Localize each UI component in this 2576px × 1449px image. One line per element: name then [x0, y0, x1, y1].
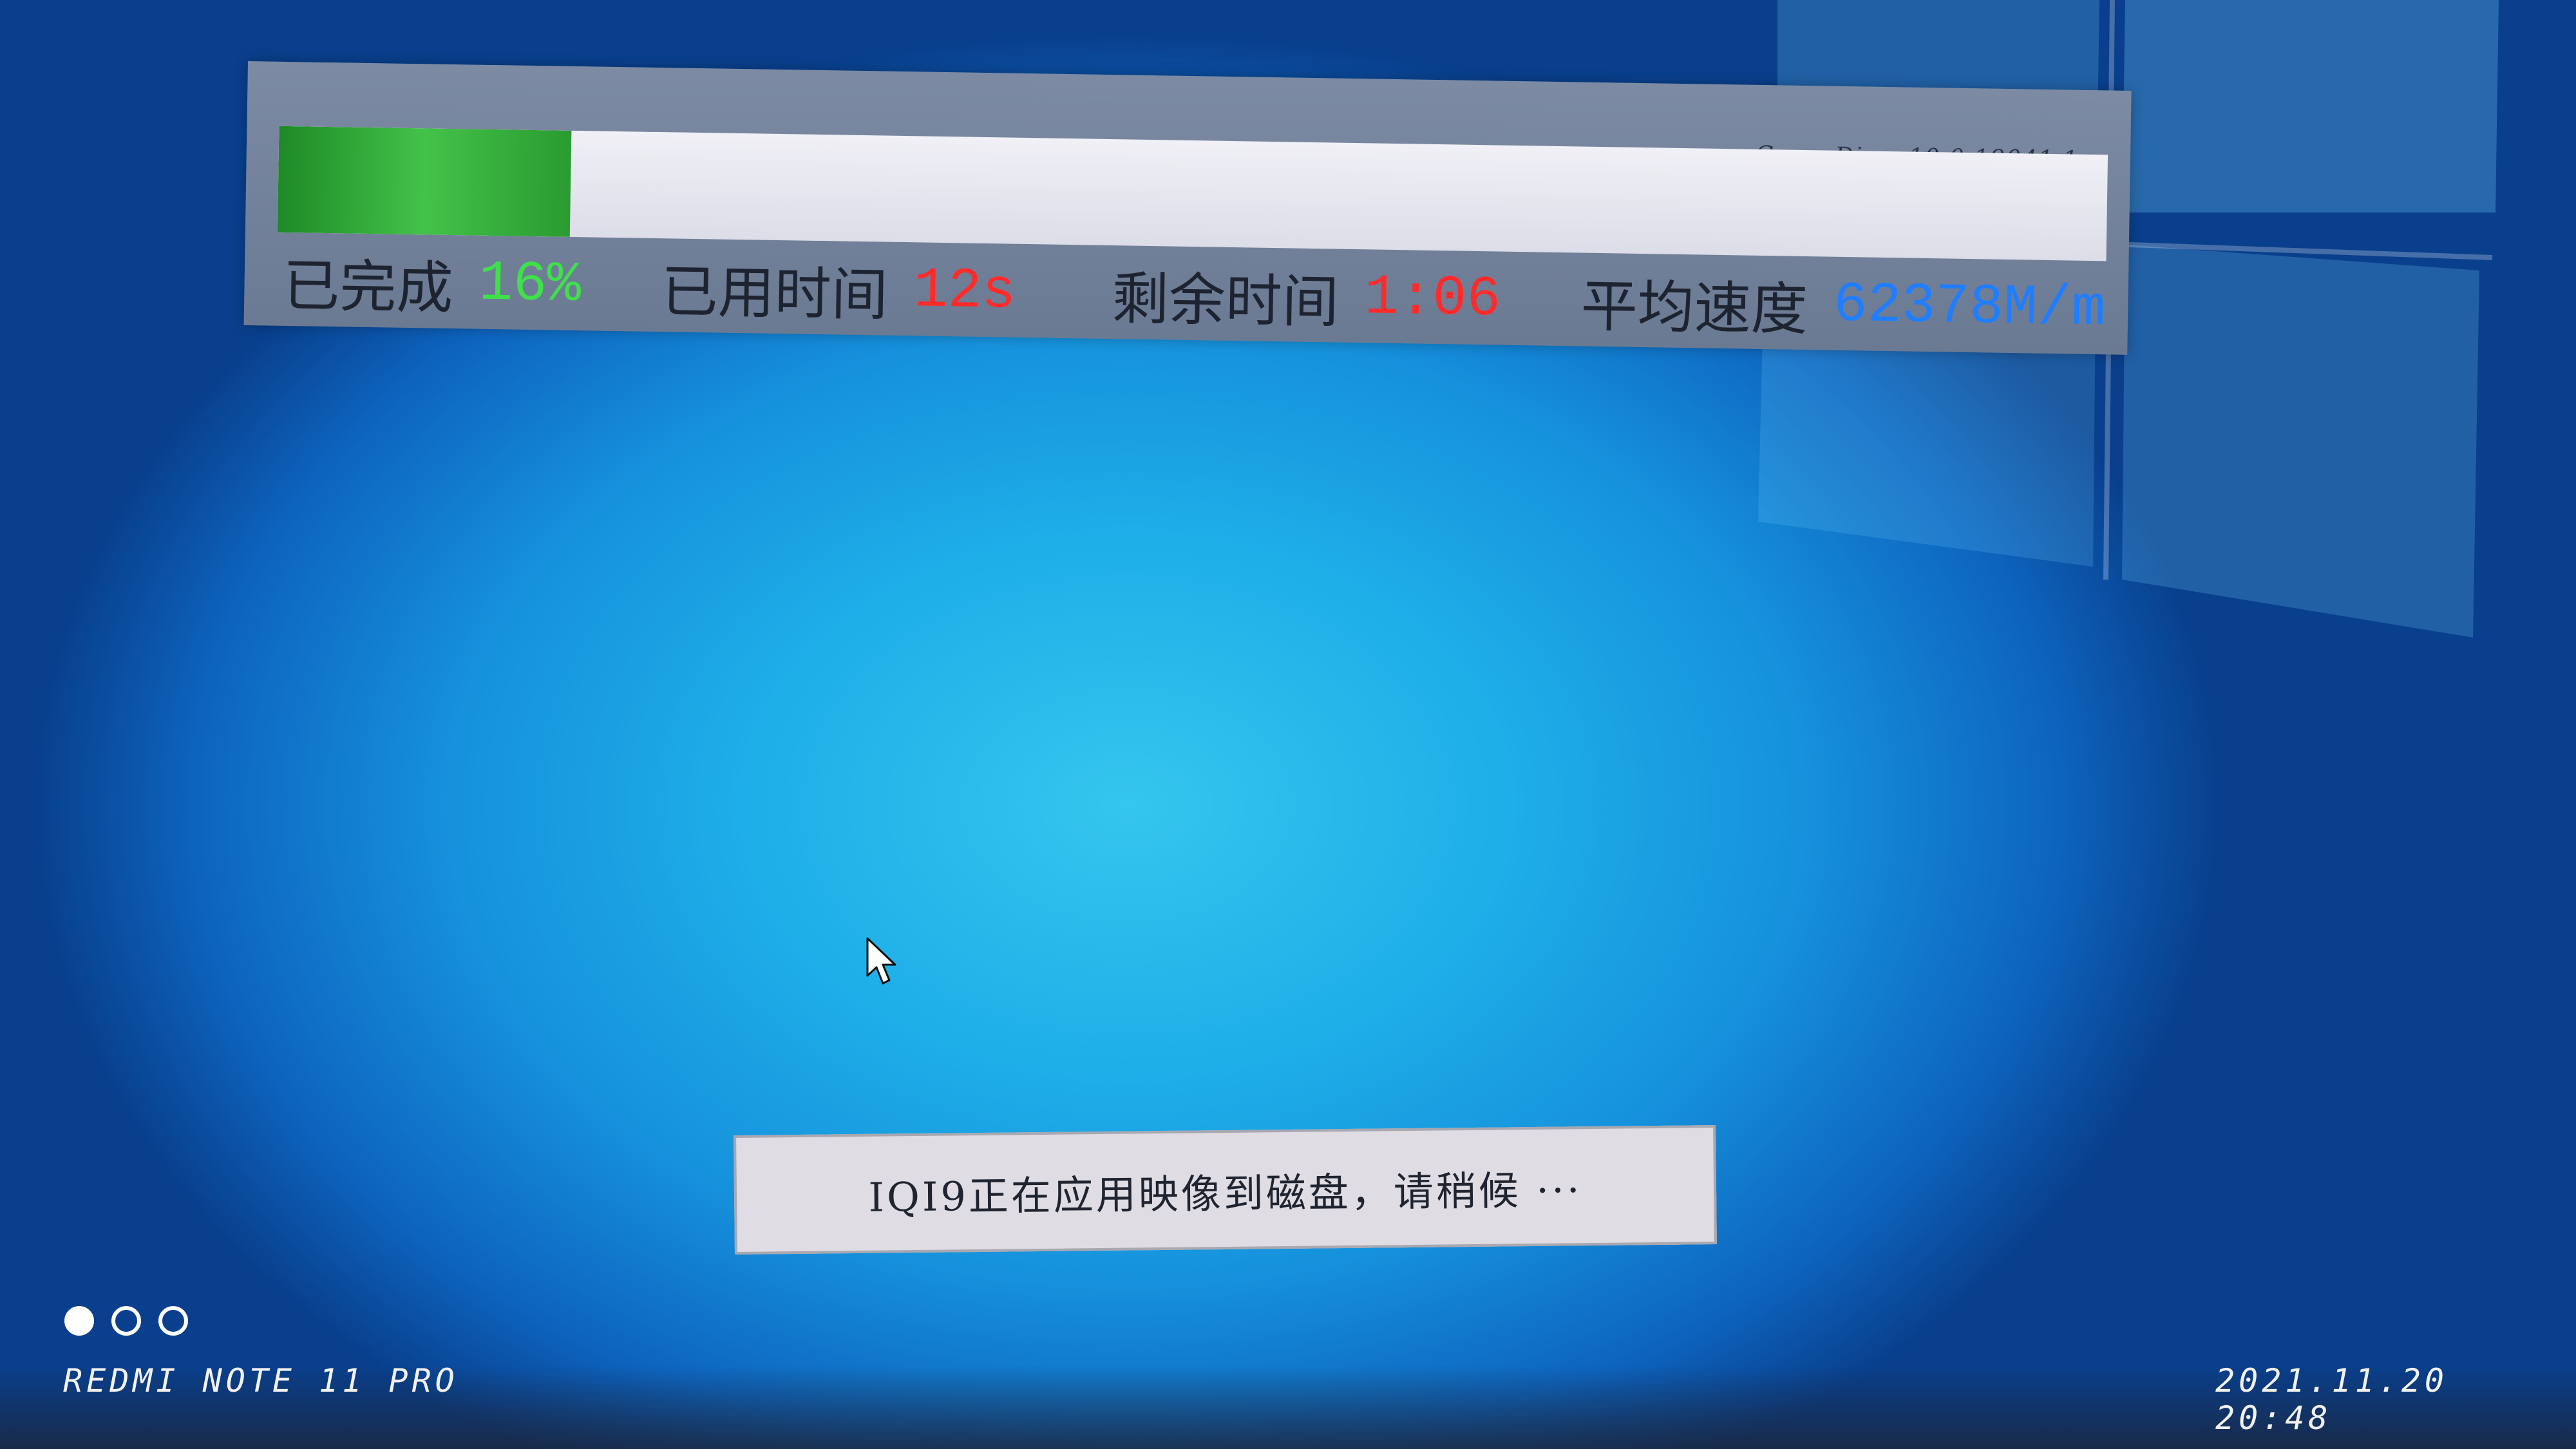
stat-completed-value: 16% — [478, 252, 582, 317]
stat-speed: 平均速度 62378M/m — [1580, 260, 2106, 350]
stat-remaining-label: 剩余时间 — [1112, 265, 1340, 336]
camera-dot-outline — [158, 1306, 188, 1336]
camera-datetime-watermark: 2021.11.20 20:48 — [2215, 1362, 2448, 1437]
camera-dots-icon — [64, 1306, 205, 1336]
stat-speed-value: 62378M/m — [1833, 273, 2107, 341]
progress-bar-fill — [277, 126, 572, 237]
stat-elapsed-label: 已用时间 — [660, 258, 889, 328]
progress-stats: 已完成 16% 已用时间 12s 剩余时间 1:06 平均速度 62378M/m — [283, 245, 2106, 345]
stat-speed-label: 平均速度 — [1580, 272, 1808, 343]
stat-elapsed-value: 12s — [913, 258, 1016, 325]
mouse-cursor-icon — [866, 937, 896, 985]
camera-dot-outline — [111, 1306, 141, 1336]
camera-device-watermark: REDMI NOTE 11 PRO — [63, 1362, 459, 1399]
stat-completed-label: 已完成 — [282, 252, 454, 321]
stat-remaining: 剩余时间 1:06 — [1112, 253, 1501, 341]
stat-remaining-value: 1:06 — [1364, 265, 1501, 332]
progress-panel: Core: Dism 10.0.19041.1 已完成 16% 已用时间 12s… — [243, 61, 2132, 355]
stat-completed: 已完成 16% — [283, 240, 582, 326]
status-message-box: IQI9正在应用映像到磁盘，请稍候 ··· — [734, 1125, 1717, 1255]
stat-elapsed: 已用时间 12s — [661, 246, 1016, 334]
status-message: IQI9正在应用映像到磁盘，请稍候 ··· — [868, 1166, 1582, 1221]
camera-dot-filled — [64, 1306, 94, 1336]
